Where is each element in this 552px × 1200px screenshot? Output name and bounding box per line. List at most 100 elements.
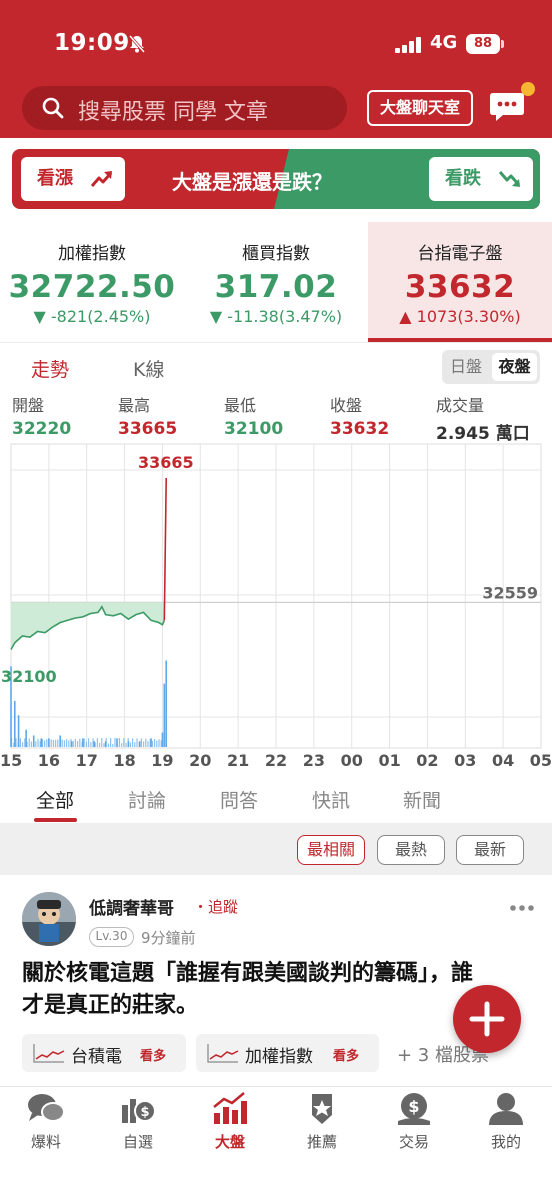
x-tick-label: 02 — [416, 751, 438, 770]
volume-bar — [35, 741, 37, 747]
index-value: 32722.50 — [8, 269, 176, 305]
low-value: 32100 — [224, 419, 284, 439]
mini-chart-icon — [207, 1044, 239, 1063]
svg-text:$: $ — [408, 1097, 419, 1116]
stock-chip-sentiment: 看多 — [333, 1049, 360, 1064]
bottom-nav: 爆料 $ 自選 大盤 推薦 $ 交易 我的 — [0, 1086, 552, 1200]
volume-bar — [134, 742, 136, 747]
x-tick-label: 04 — [492, 751, 514, 770]
volume-bar — [163, 683, 166, 747]
volume-bar — [83, 738, 85, 747]
feed-tab-news[interactable]: 新聞 — [403, 786, 441, 813]
night-session-button[interactable]: 夜盤 — [492, 353, 537, 381]
index-card-electronics-futures[interactable]: 台指電子盤 33632 ▲ 1073(3.30%) — [368, 222, 552, 342]
volume-bar — [114, 738, 116, 747]
price-line-up — [163, 477, 168, 621]
volume-bar — [66, 739, 68, 747]
trend-up-icon — [91, 171, 113, 187]
money-bag-icon: $ — [398, 1093, 430, 1125]
author-name[interactable]: 低調奢華哥 — [89, 894, 174, 919]
index-name: 櫃買指數 — [242, 244, 310, 264]
volume-bar — [147, 741, 149, 747]
index-value: 317.02 — [214, 269, 338, 305]
intraday-chart[interactable]: 33665 32100 32559 15 16 17 18 19 20 21 22 23 00 01 02… — [0, 440, 552, 775]
nav-market[interactable]: 大盤 — [184, 1091, 276, 1152]
sort-relevant-button[interactable]: 最相關 — [297, 835, 365, 865]
volume-bar — [138, 741, 140, 747]
volume-bar — [74, 738, 76, 747]
close-value: 33632 — [330, 419, 390, 439]
new-post-button[interactable] — [453, 985, 521, 1053]
volume-bar — [127, 738, 129, 747]
author-avatar[interactable] — [22, 892, 76, 946]
message-icon[interactable] — [489, 90, 525, 124]
volume-bar — [101, 738, 103, 747]
x-tick-label: 18 — [113, 751, 135, 770]
bear-label: 看跌 — [445, 168, 481, 189]
x-tick-label: 00 — [341, 751, 363, 770]
volume-bar — [41, 738, 43, 747]
market-chatroom-button[interactable]: 大盤聊天室 — [367, 90, 473, 126]
volume-bar — [70, 738, 72, 747]
volume-bar — [118, 738, 120, 747]
nav-profile[interactable]: 我的 — [460, 1091, 552, 1152]
trend-down-icon — [499, 171, 521, 187]
price-area — [11, 602, 165, 650]
index-card-otc[interactable]: 櫃買指數 317.02 ▼ -11.38(3.47%) — [184, 222, 368, 342]
volume-bar — [88, 738, 90, 747]
feed-tab-flash[interactable]: 快訊 — [312, 786, 350, 813]
volume-bar — [156, 740, 158, 747]
follow-button[interactable]: ・追蹤 — [193, 896, 238, 917]
x-tick-label: 15 — [0, 751, 22, 770]
tab-trend[interactable]: 走勢 — [31, 355, 69, 382]
sort-newest-button[interactable]: 最新 — [456, 835, 524, 865]
bull-label: 看漲 — [37, 168, 73, 189]
feed-tab-qa[interactable]: 問答 — [220, 786, 258, 813]
sort-hot-button[interactable]: 最熱 — [377, 835, 445, 865]
volume-bar — [121, 743, 123, 747]
volume-bar — [99, 742, 101, 747]
nav-label: 推薦 — [306, 1133, 337, 1151]
bull-vote-button[interactable]: 看漲 — [21, 157, 125, 201]
bear-vote-button[interactable]: 看跌 — [429, 157, 533, 201]
index-change: ▼ -821(2.45%) — [33, 307, 151, 326]
search-input[interactable]: 搜尋股票 同學 文章 — [22, 86, 347, 130]
nav-recommend[interactable]: 推薦 — [276, 1091, 368, 1152]
status-bar: 19:09 4G 88 — [0, 0, 552, 80]
sort-bar: 最相關 最熱 最新 — [0, 823, 552, 875]
feed-tab-discussion[interactable]: 討論 — [128, 786, 166, 813]
tab-kline[interactable]: K線 — [133, 355, 164, 382]
plus-icon — [469, 1001, 505, 1037]
volume-bar — [50, 739, 52, 747]
x-tick-label: 21 — [227, 751, 249, 770]
volume-bar — [96, 738, 98, 747]
feed-tab-all[interactable]: 全部 — [36, 786, 74, 813]
index-name: 加權指數 — [58, 244, 126, 264]
volume-bar — [26, 741, 28, 747]
nav-watchlist[interactable]: $ 自選 — [92, 1091, 184, 1152]
volume-bar — [154, 738, 156, 747]
index-change: ▲ 1073(3.30%) — [399, 307, 521, 326]
volume-bar — [165, 660, 168, 747]
day-session-button[interactable]: 日盤 — [442, 350, 490, 384]
index-change: ▼ -11.38(3.47%) — [209, 307, 343, 326]
divider — [0, 342, 552, 343]
x-tick-label: 17 — [76, 751, 98, 770]
volume-bar — [17, 715, 20, 747]
volume-bar — [116, 743, 118, 747]
x-tick-label: 16 — [38, 751, 60, 770]
volume-bar — [103, 743, 105, 747]
volume-bar — [132, 738, 134, 747]
nav-trade[interactable]: $ 交易 — [368, 1091, 460, 1152]
nav-tips[interactable]: 爆料 — [0, 1091, 92, 1152]
shield-star-icon — [312, 1094, 332, 1124]
more-options-icon[interactable] — [509, 904, 535, 912]
volume-bar — [140, 738, 142, 747]
stock-chip-tsmc[interactable]: 台積電 看多 — [22, 1034, 186, 1072]
svg-text:$: $ — [140, 1105, 149, 1120]
high-value: 33665 — [118, 419, 178, 439]
post-title[interactable]: 關於核電這題「誰握有跟美國談判的籌碼」，誰才是真正的莊家。 — [22, 958, 492, 1022]
stock-chip-taiex[interactable]: 加權指數 看多 — [196, 1034, 379, 1072]
x-axis-ticks: 15 16 17 18 19 20 21 22 23 00 01 02 03 04 05 — [0, 751, 552, 770]
index-card-taiex[interactable]: 加權指數 32722.50 ▼ -821(2.45%) — [0, 222, 184, 342]
